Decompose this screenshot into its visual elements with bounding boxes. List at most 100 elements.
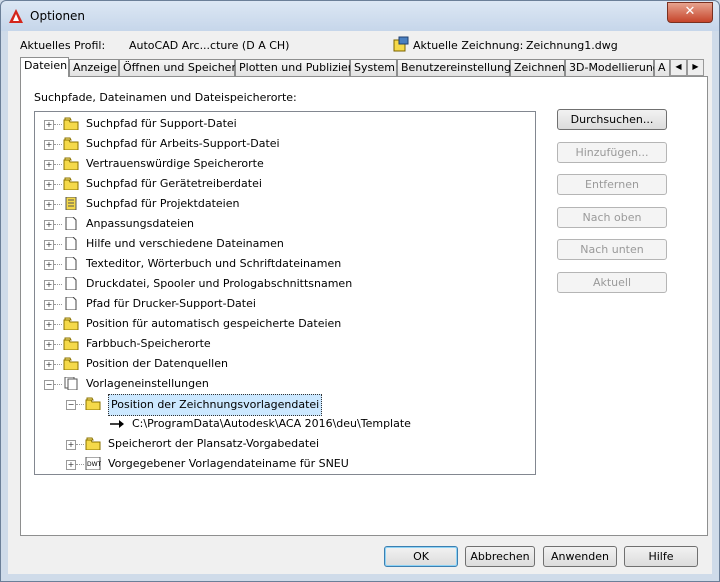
file-tree[interactable]: + Suchpfad für Support-Datei + Suchpfad für… [34,111,536,475]
close-button[interactable]: ✕ [667,2,713,23]
tree-item-label: Position der Datenquellen [86,357,228,370]
folder-icon [63,154,81,174]
tree-item-label: Pfad für Drucker-Support-Datei [86,297,256,310]
tree-item[interactable]: + Suchpfad für Support-Datei [35,114,533,134]
tree-item[interactable]: + Anpassungsdateien [35,214,533,234]
folder-icon [63,314,81,334]
document-icon [63,274,81,294]
tab-scroll-right-icon[interactable]: ▶ [687,59,704,76]
folder-icon [63,174,81,194]
tree-item[interactable]: + Hilfe und verschiedene Dateinamen [35,234,533,254]
tree-item-label: Position für automatisch gespeicherte Da… [86,317,342,330]
expand-icon[interactable]: + [44,280,54,290]
tab-3d-modellierung[interactable]: 3D-Modellierung [565,59,660,76]
tab-scroll-left-icon[interactable]: ◀ [670,59,687,76]
collapse-icon[interactable]: − [66,400,76,410]
tree-item[interactable]: − Vorlageneinstellungen [35,374,533,394]
expand-icon[interactable]: + [66,460,76,470]
expand-icon[interactable]: + [44,120,54,130]
drawing-value: Zeichnung1.dwg [526,39,618,52]
folder-icon [85,434,103,454]
tree-item[interactable]: − Position der Zeichnungsvorlagendatei [35,394,533,416]
remove-button[interactable]: Entfernen [557,174,667,195]
tree-item-label: Vertrauenswürdige Speicherorte [86,157,264,170]
expand-icon[interactable]: + [44,220,54,230]
tree-item[interactable]: + Texteditor, Wörterbuch und Schriftdatei… [35,254,533,274]
profile-label: Aktuelles Profil: [20,39,106,52]
expand-icon[interactable]: + [44,300,54,310]
tree-item-label: Vorlageneinstellungen [86,377,209,390]
drawing-icon [393,36,409,52]
tree-item-label: Anpassungsdateien [86,217,194,230]
window-title: Optionen [30,9,86,23]
expand-icon[interactable]: + [44,240,54,250]
section-label: Suchpfade, Dateinamen und Dateispeichero… [34,91,297,104]
tree-item[interactable]: C:\ProgramData\Autodesk\ACA 2016\deu\Tem… [35,414,533,434]
tree-item[interactable]: + Vertrauenswürdige Speicherorte [35,154,533,174]
tab-benutzereinstellungen[interactable]: Benutzereinstellungen [397,59,525,76]
folder-icon [63,134,81,154]
tab-scroll: ◀ ▶ [670,59,706,76]
tab-system[interactable]: System [350,59,397,76]
move-down-button[interactable]: Nach unten [557,239,667,260]
tree-item[interactable]: + Suchpfad für Gerätetreiberdatei [35,174,533,194]
tab-anzeige[interactable]: Anzeige [69,59,119,76]
expand-icon[interactable]: + [44,200,54,210]
tree-item[interactable]: + Farbbuch-Speicherorte [35,334,533,354]
tree-item-label: Druckdatei, Spooler und Prologabschnitts… [86,277,353,290]
autocad-logo-icon [9,9,23,23]
expand-icon[interactable]: + [44,260,54,270]
expand-icon[interactable]: + [44,360,54,370]
tree-item[interactable]: + Suchpfad für Arbeits-Support-Datei [35,134,533,154]
arrow-icon [109,414,127,434]
title-bar: Optionen ✕ [1,1,719,31]
tab-oeffnen-speichern[interactable]: Öffnen und Speichern [119,59,243,76]
collapse-icon[interactable]: − [44,380,54,390]
folder-icon [85,394,103,414]
dialog-body: Aktuelles Profil: AutoCAD Arc...cture (D… [8,31,712,574]
tree-item-label: Texteditor, Wörterbuch und Schriftdatein… [86,257,342,270]
help-button[interactable]: Hilfe [624,546,698,567]
expand-icon[interactable]: + [66,440,76,450]
cancel-button[interactable]: Abbrechen [465,546,535,567]
tree-item-label: Hilfe und verschiedene Dateinamen [86,237,284,250]
tree-scrollbar[interactable]: ▲ ▼ [535,112,536,473]
tree-item-label: Vorgegebener Vorlagendateiname für SNEU [108,457,349,470]
tab-strip: Dateien Anzeige Öffnen und Speichern Plo… [20,57,708,77]
expand-icon[interactable]: + [44,140,54,150]
tree-item[interactable]: + Druckdatei, Spooler und Prologabschnitt… [35,274,533,294]
tree-item-label: Suchpfad für Projektdateien [86,197,240,210]
tab-dateien[interactable]: Dateien [20,57,69,77]
options-dialog: Optionen ✕ Aktuelles Profil: AutoCAD Arc… [0,0,720,582]
tree-item[interactable]: + Pfad für Drucker-Support-Datei [35,294,533,314]
documents-icon [63,374,81,394]
document-icon [63,234,81,254]
add-button[interactable]: Hinzufügen... [557,142,667,163]
tree-item-label: Suchpfad für Gerätetreiberdatei [86,177,262,190]
set-current-button[interactable]: Aktuell [557,272,667,293]
ok-button[interactable]: OK [384,546,458,567]
document-icon [63,254,81,274]
svg-text:DWT: DWT [87,461,101,468]
tree-item[interactable]: + Suchpfad für Projektdateien [35,194,533,214]
tree-item-label: C:\ProgramData\Autodesk\ACA 2016\deu\Tem… [132,417,411,430]
tab-zeichnen[interactable]: Zeichnen [510,59,565,76]
apply-button[interactable]: Anwenden [543,546,617,567]
tab-panel-dateien: Suchpfade, Dateinamen und Dateispeichero… [20,76,708,536]
expand-icon[interactable]: + [44,180,54,190]
dwt-icon: DWT [85,454,103,474]
tree-item[interactable]: + Position der Datenquellen [35,354,533,374]
expand-icon[interactable]: + [44,160,54,170]
browse-button[interactable]: Durchsuchen... [557,109,667,130]
expand-icon[interactable]: + [44,320,54,330]
tree-item[interactable]: + Speicherort der Plansatz-Vorgabedatei [35,434,533,454]
tab-overflow[interactable]: A [654,59,670,76]
tree-item[interactable]: + DWT Vorgegebener Vorlagendateiname für S… [35,454,533,474]
expand-icon[interactable]: + [44,340,54,350]
tree-item-label: Speicherort der Plansatz-Vorgabedatei [108,437,320,450]
move-up-button[interactable]: Nach oben [557,207,667,228]
tree-item[interactable]: + Position für automatisch gespeicherte D… [35,314,533,334]
document-icon [63,214,81,234]
tab-plotten[interactable]: Plotten und Publizieren [235,59,366,76]
folder-icon [63,334,81,354]
